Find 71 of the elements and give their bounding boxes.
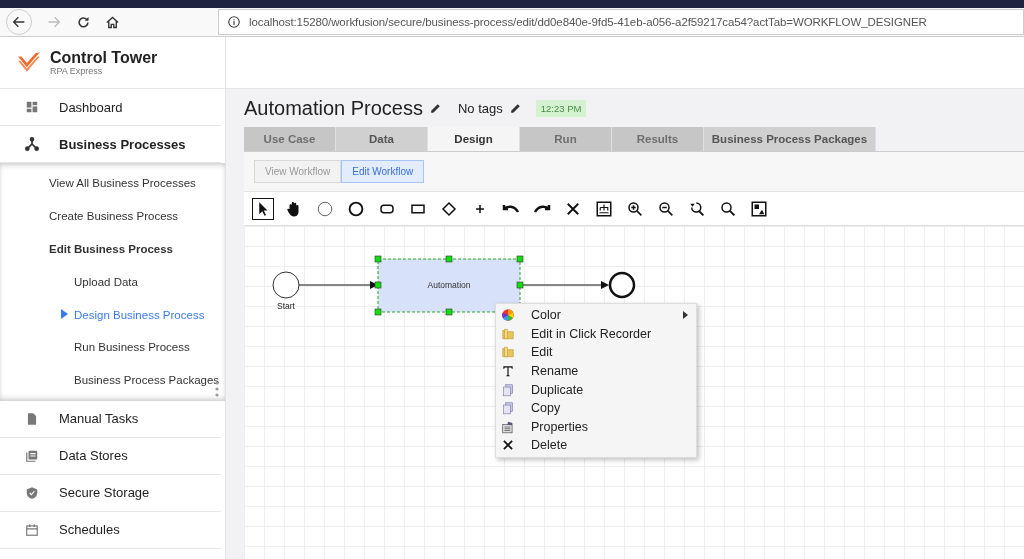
hierarchy-icon: [25, 137, 39, 151]
back-arrow-icon: [11, 14, 27, 30]
submenu-item[interactable]: Edit Business Process: [0, 232, 225, 266]
delete-icon: [501, 438, 515, 453]
submenu-item[interactable]: Upload Data: [0, 265, 225, 299]
submenu-item[interactable]: Run Business Process: [0, 331, 225, 364]
pencil-icon: [429, 101, 442, 115]
current-arrow-icon: [61, 309, 68, 320]
menu-item[interactable]: Color: [496, 306, 696, 325]
menu-item[interactable]: Duplicate: [496, 380, 696, 399]
end-event[interactable]: [608, 271, 636, 299]
properties-icon: [501, 419, 515, 434]
info-icon: [227, 15, 241, 29]
process-title: Automation Process: [244, 96, 423, 120]
zoom-out-icon: [657, 199, 675, 218]
reload-icon: [76, 14, 91, 30]
submenu-item[interactable]: Create Business Process: [0, 199, 225, 233]
tab[interactable]: Data: [336, 127, 428, 151]
start-event[interactable]: [272, 271, 300, 299]
sidebar-item[interactable]: Manual Tasks: [0, 400, 221, 438]
sidebar-item[interactable]: Dashboard: [0, 89, 221, 126]
submenu-arrow-icon: [683, 311, 688, 320]
pencil-icon: [508, 101, 522, 115]
app-title: Control Tower: [50, 49, 158, 66]
url-text: localhost:15280/workfusion/secure/business-process/edit/dd0e840e-9fd5-41eb-a056-a2f59217ca54?actTab=WORKFLOW_DESIGNER: [249, 16, 927, 28]
task-node[interactable]: [374, 255, 524, 316]
node-label: Start: [277, 301, 295, 311]
subtab-button[interactable]: Edit Workflow: [341, 160, 425, 183]
tags-label: No tags: [458, 100, 503, 116]
copy-icon: [501, 382, 515, 397]
calendar-icon: [25, 522, 39, 537]
tab[interactable]: Business Process Packages: [704, 127, 876, 151]
app-subtitle: RPA Express: [50, 65, 104, 76]
search-icon: [719, 199, 737, 218]
thick-circle-icon: [347, 199, 365, 218]
dashboard-icon: [25, 100, 39, 114]
circle-icon: [316, 199, 334, 218]
sidebar-item[interactable]: Data Stores: [0, 437, 221, 475]
submenu-item[interactable]: Business Process Packages: [0, 363, 225, 397]
redo-icon: [533, 203, 551, 214]
submenu-item[interactable]: View All Business Processes: [0, 167, 225, 200]
zoom-in-icon: [626, 199, 644, 218]
image-icon: [750, 199, 768, 218]
menu-item[interactable]: Copy: [496, 398, 696, 418]
plus-icon: [474, 202, 486, 215]
node-label: Automation: [427, 280, 471, 290]
address-bar[interactable]: localhost:15280/workfusion/secure/business-process/edit/dd0e840e-9fd5-41eb-a056-a2f59217ca54?actTab=WORKFLOW_DESIGNER: [218, 9, 1024, 35]
menu-item[interactable]: Rename: [496, 361, 696, 381]
color-wheel-icon: [501, 308, 515, 323]
home-icon: [105, 14, 120, 30]
copy-icon: [501, 401, 515, 416]
menu-item[interactable]: Delete: [496, 436, 696, 455]
shield-icon: [25, 485, 39, 500]
folder-icon: [501, 326, 515, 341]
text-icon: [501, 364, 515, 379]
sidebar-item[interactable]: Secure Storage: [0, 474, 221, 512]
submenu-item[interactable]: Design Business Process: [0, 298, 225, 331]
time-badge: 12:23 PM: [535, 99, 587, 117]
menu-item[interactable]: Properties: [496, 417, 696, 437]
folder-icon: [501, 345, 515, 360]
file-icon: [25, 411, 39, 426]
stack-icon: [25, 448, 39, 463]
menu-item[interactable]: Edit in Click Recorder: [496, 324, 696, 344]
undo-icon: [502, 203, 520, 214]
sidebar-item[interactable]: Schedules: [0, 511, 221, 549]
zoom-reset-icon: [688, 199, 706, 218]
forward-arrow-icon: [46, 14, 62, 30]
diamond-icon: [440, 199, 458, 218]
tool-button[interactable]: [252, 197, 274, 220]
menu-item[interactable]: Edit: [496, 343, 696, 362]
layout-icon: [595, 199, 613, 218]
